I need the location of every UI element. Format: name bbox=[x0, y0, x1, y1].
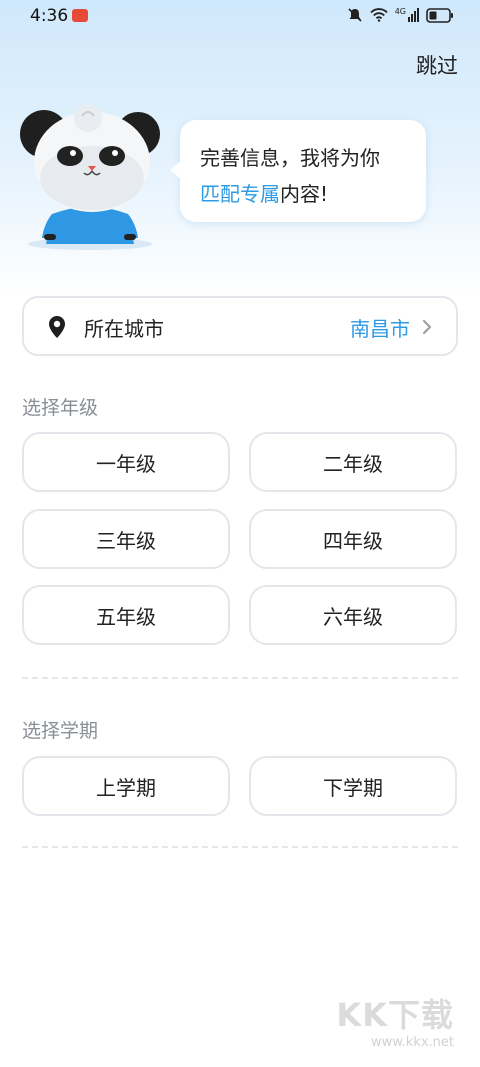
battery-icon bbox=[426, 7, 453, 23]
term-section-title: 选择学期 bbox=[22, 720, 99, 742]
grade-option-5[interactable]: 五年级 bbox=[22, 585, 230, 645]
chevron-right-icon bbox=[422, 319, 432, 335]
mute-icon bbox=[348, 8, 362, 22]
grade-option-4[interactable]: 四年级 bbox=[249, 509, 457, 569]
location-pin-icon bbox=[49, 316, 65, 338]
watermark-logo: KK下载 bbox=[336, 996, 454, 1034]
term-option-first[interactable]: 上学期 bbox=[22, 756, 230, 816]
wifi-icon bbox=[370, 8, 388, 22]
speech-bubble: 完善信息，我将为你 匹配专属内容! bbox=[170, 120, 426, 222]
status-time: 4:36 bbox=[30, 6, 69, 26]
grade-option-3[interactable]: 三年级 bbox=[22, 509, 230, 569]
section-divider bbox=[22, 846, 458, 848]
status-icons: 4G bbox=[347, 7, 454, 23]
grade-option-1[interactable]: 一年级 bbox=[22, 432, 230, 492]
bubble-line-2: 匹配专属内容! bbox=[200, 176, 426, 212]
term-option-second[interactable]: 下学期 bbox=[249, 756, 457, 816]
signal-4g-icon: 4G bbox=[395, 8, 419, 22]
status-bar: 4:36 4G bbox=[0, 0, 480, 32]
bubble-highlight: 匹配专属 bbox=[200, 182, 280, 206]
grade-option-2[interactable]: 二年级 bbox=[249, 432, 457, 492]
grade-option-6[interactable]: 六年级 bbox=[249, 585, 457, 645]
city-value: 南昌市 bbox=[350, 317, 410, 341]
grade-section-title: 选择年级 bbox=[22, 397, 99, 419]
onboarding-page: 4:36 4G 跳过 完善信息，我将为你 匹配专属内容! 所在城市 南昌市 选择… bbox=[0, 0, 480, 1067]
network-type-label: 4G bbox=[394, 7, 406, 16]
city-label: 所在城市 bbox=[84, 317, 164, 341]
bubble-line-1: 完善信息，我将为你 bbox=[200, 146, 380, 170]
notification-app-icon bbox=[72, 9, 88, 22]
skip-button[interactable]: 跳过 bbox=[416, 50, 458, 80]
section-divider bbox=[22, 677, 458, 679]
watermark-url: www.kkx.net bbox=[370, 1035, 454, 1050]
panda-mascot-illustration bbox=[20, 104, 160, 250]
bubble-line-2-rest: 内容! bbox=[280, 182, 329, 206]
city-selector[interactable]: 所在城市 南昌市 bbox=[22, 296, 458, 356]
